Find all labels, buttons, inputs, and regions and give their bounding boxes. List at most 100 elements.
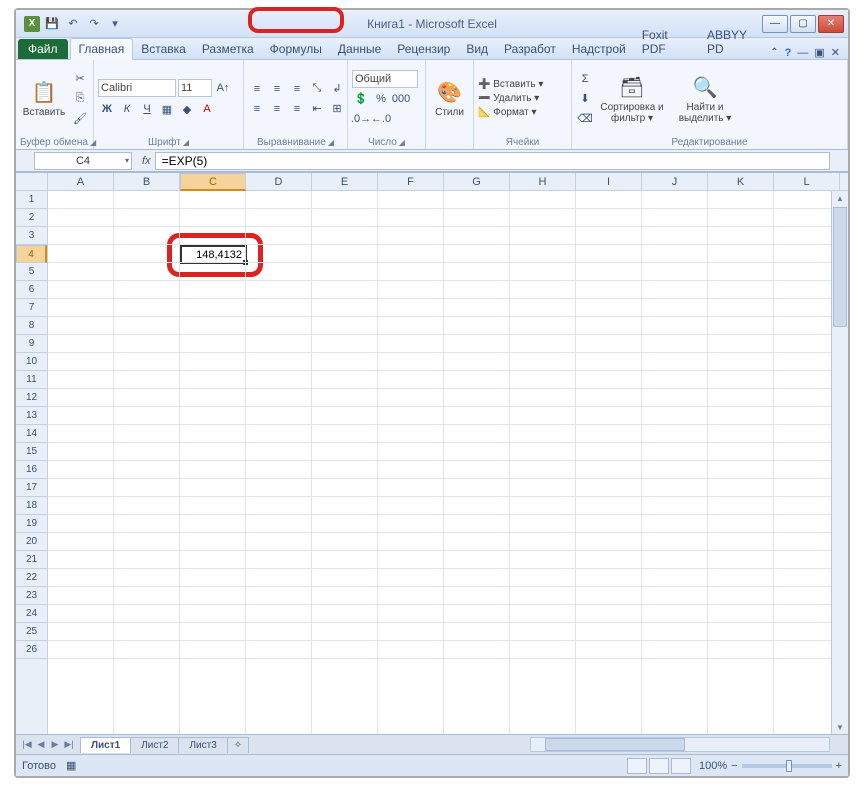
- col-header-C[interactable]: C: [180, 173, 246, 191]
- tab-nav-last[interactable]: ▶|: [62, 739, 76, 750]
- vertical-scrollbar[interactable]: ▲ ▼: [831, 191, 848, 734]
- cut-button[interactable]: ✂: [71, 70, 89, 88]
- minimize-ribbon-button[interactable]: ⌃: [770, 47, 778, 58]
- row-header-20[interactable]: 20: [16, 533, 47, 551]
- decrease-decimal-button[interactable]: ←.0: [372, 110, 390, 128]
- tab-formulas[interactable]: Формулы: [262, 39, 330, 59]
- zoom-slider[interactable]: [742, 764, 832, 768]
- underline-button[interactable]: Ч: [138, 100, 156, 118]
- styles-button[interactable]: 🎨 Стили: [430, 66, 469, 132]
- view-normal-button[interactable]: [627, 758, 647, 774]
- format-painter-button[interactable]: 🖌: [71, 110, 89, 128]
- name-box[interactable]: C4▾: [34, 152, 132, 170]
- zoom-level[interactable]: 100%: [699, 760, 727, 772]
- maximize-button[interactable]: ▢: [790, 15, 816, 33]
- tab-foxit[interactable]: Foxit PDF: [634, 25, 699, 59]
- row-header-22[interactable]: 22: [16, 569, 47, 587]
- row-header-1[interactable]: 1: [16, 191, 47, 209]
- row-header-2[interactable]: 2: [16, 209, 47, 227]
- paste-button[interactable]: 📋 Вставить: [20, 66, 68, 132]
- col-header-B[interactable]: B: [114, 173, 180, 190]
- align-middle-button[interactable]: ≡: [268, 80, 286, 98]
- row-header-25[interactable]: 25: [16, 623, 47, 641]
- tab-nav-first[interactable]: |◀: [20, 739, 34, 750]
- align-top-button[interactable]: ≡: [248, 80, 266, 98]
- fill-color-button[interactable]: ◆: [178, 100, 196, 118]
- col-header-E[interactable]: E: [312, 173, 378, 190]
- col-header-J[interactable]: J: [642, 173, 708, 190]
- border-button[interactable]: ▦: [158, 100, 176, 118]
- row-header-19[interactable]: 19: [16, 515, 47, 533]
- percent-button[interactable]: %: [372, 90, 390, 108]
- row-header-24[interactable]: 24: [16, 605, 47, 623]
- row-header-15[interactable]: 15: [16, 443, 47, 461]
- tab-developer[interactable]: Разработ: [496, 39, 564, 59]
- tab-nav-prev[interactable]: ◀: [34, 739, 48, 750]
- doc-minimize-button[interactable]: —: [797, 47, 808, 59]
- qat-customize-button[interactable]: ▾: [106, 15, 124, 33]
- zoom-in-button[interactable]: +: [836, 760, 842, 772]
- tab-insert[interactable]: Вставка: [133, 39, 194, 59]
- col-header-K[interactable]: K: [708, 173, 774, 190]
- zoom-out-button[interactable]: −: [731, 760, 737, 772]
- row-header-11[interactable]: 11: [16, 371, 47, 389]
- row-header-12[interactable]: 12: [16, 389, 47, 407]
- tab-nav-next[interactable]: ▶: [48, 739, 62, 750]
- row-header-16[interactable]: 16: [16, 461, 47, 479]
- increase-decimal-button[interactable]: .0→: [352, 110, 370, 128]
- qat-redo-button[interactable]: ↷: [85, 15, 103, 33]
- format-cells-button[interactable]: 📐 Формат ▾: [478, 107, 543, 118]
- new-sheet-button[interactable]: ✧: [227, 737, 249, 753]
- delete-cells-button[interactable]: ➖ Удалить ▾: [478, 93, 543, 104]
- formula-bar[interactable]: =EXP(5): [155, 152, 830, 170]
- row-header-17[interactable]: 17: [16, 479, 47, 497]
- font-color-button[interactable]: A: [198, 100, 216, 118]
- tab-addins[interactable]: Надстрой: [564, 39, 634, 59]
- align-center-button[interactable]: ≡: [268, 100, 286, 118]
- comma-button[interactable]: 000: [392, 90, 410, 108]
- increase-font-button[interactable]: A↑: [214, 79, 232, 97]
- col-header-L[interactable]: L: [774, 173, 840, 190]
- doc-close-button[interactable]: ✕: [831, 46, 840, 59]
- copy-button[interactable]: ⎘: [71, 90, 89, 108]
- row-header-21[interactable]: 21: [16, 551, 47, 569]
- select-all-corner[interactable]: [16, 173, 48, 190]
- find-select-button[interactable]: 🔍 Найти и выделить ▾: [670, 66, 740, 132]
- row-header-4[interactable]: 4: [16, 245, 47, 263]
- view-layout-button[interactable]: [649, 758, 669, 774]
- fill-button[interactable]: ⬇: [576, 90, 594, 108]
- tab-layout[interactable]: Разметка: [194, 39, 262, 59]
- sort-filter-button[interactable]: 🗃 Сортировка и фильтр ▾: [597, 66, 667, 132]
- col-header-G[interactable]: G: [444, 173, 510, 190]
- font-size-select[interactable]: 11: [178, 79, 212, 97]
- number-format-select[interactable]: Общий: [352, 70, 418, 88]
- insert-cells-button[interactable]: ➕ Вставить ▾: [478, 79, 543, 90]
- qat-save-button[interactable]: 💾: [43, 15, 61, 33]
- wrap-text-button[interactable]: ↲: [328, 80, 346, 98]
- row-header-26[interactable]: 26: [16, 641, 47, 659]
- row-header-8[interactable]: 8: [16, 317, 47, 335]
- row-header-6[interactable]: 6: [16, 281, 47, 299]
- col-header-H[interactable]: H: [510, 173, 576, 190]
- orientation-button[interactable]: ⤡: [308, 80, 326, 98]
- row-header-7[interactable]: 7: [16, 299, 47, 317]
- row-header-5[interactable]: 5: [16, 263, 47, 281]
- align-left-button[interactable]: ≡: [248, 100, 266, 118]
- qat-undo-button[interactable]: ↶: [64, 15, 82, 33]
- fx-label[interactable]: fx: [142, 155, 151, 167]
- row-header-3[interactable]: 3: [16, 227, 47, 245]
- merge-button[interactable]: ⊞: [328, 100, 346, 118]
- bold-button[interactable]: Ж: [98, 100, 116, 118]
- horizontal-scrollbar[interactable]: [530, 737, 830, 752]
- autosum-button[interactable]: Σ: [576, 70, 594, 88]
- tab-view[interactable]: Вид: [458, 39, 496, 59]
- row-header-13[interactable]: 13: [16, 407, 47, 425]
- currency-button[interactable]: 💲: [352, 90, 370, 108]
- row-header-10[interactable]: 10: [16, 353, 47, 371]
- tab-data[interactable]: Данные: [330, 39, 389, 59]
- sheet-tab-1[interactable]: Лист1: [80, 737, 131, 753]
- cells-grid[interactable]: 148,4132: [48, 191, 831, 734]
- italic-button[interactable]: К: [118, 100, 136, 118]
- col-header-I[interactable]: I: [576, 173, 642, 190]
- tab-abbyy[interactable]: ABBYY PD: [699, 25, 770, 59]
